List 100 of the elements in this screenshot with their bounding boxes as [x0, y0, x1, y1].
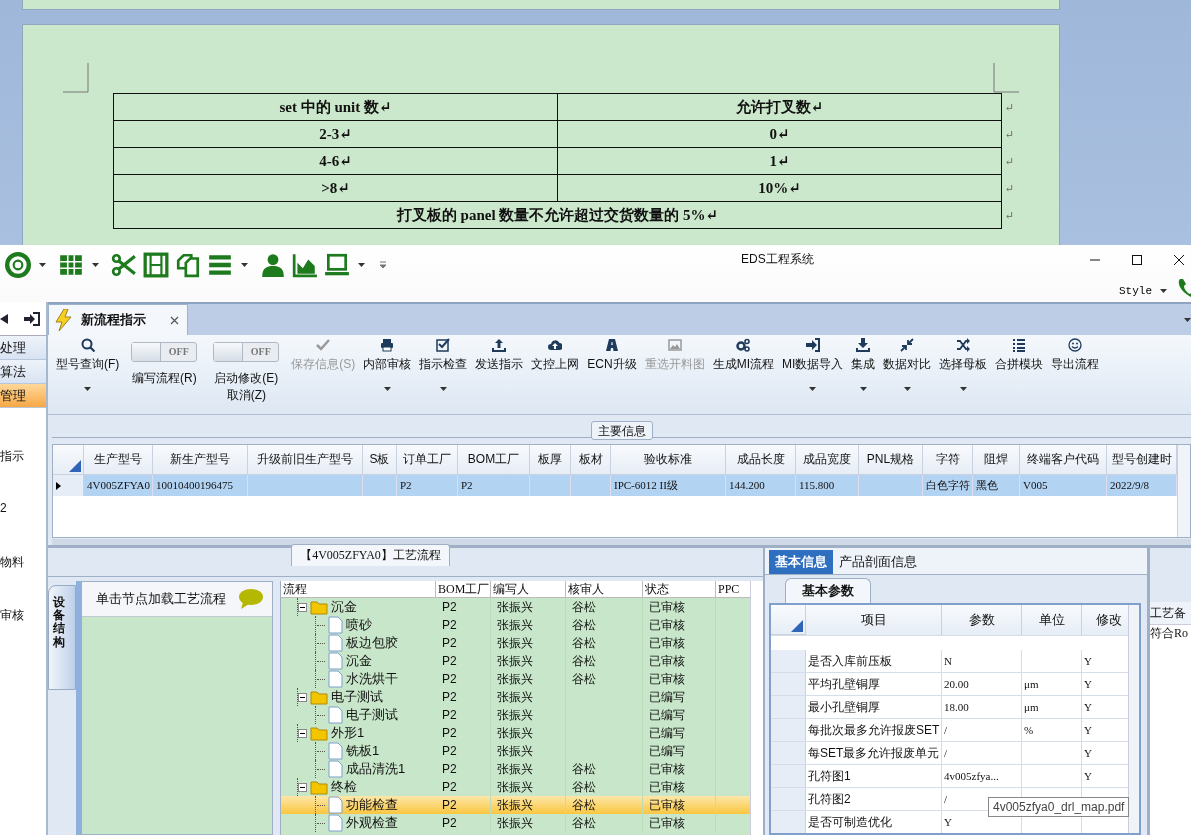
column-header[interactable]: 编写人: [491, 581, 566, 597]
caret-icon[interactable]: [1184, 318, 1191, 322]
column-header[interactable]: 单位: [1022, 605, 1082, 635]
table-icon[interactable]: [58, 252, 84, 278]
lifebuoy-icon[interactable]: [5, 252, 31, 278]
shuffle-icon: [956, 338, 971, 352]
table-cell: 张振兴: [491, 742, 566, 760]
table-cell: 2-3↵: [113, 120, 558, 148]
table-cell: %: [1022, 719, 1082, 741]
grid-row[interactable]: 4V005ZFYA0 10010400196475 P2 P2 IPC-6012 II级 144.200 115.800 白色字符 黑色 V005 2022/9/8: [53, 475, 1177, 496]
sign-in-icon[interactable]: [24, 311, 40, 326]
scissors-icon[interactable]: [111, 252, 137, 278]
table-cell: 4v005zfya...: [942, 765, 1022, 787]
maximize-icon[interactable]: [1131, 254, 1143, 266]
table-cell: 张振兴: [491, 724, 566, 742]
table-cell: 张振兴: [491, 598, 566, 616]
sidebar-label[interactable]: 2: [0, 501, 46, 521]
table-cell: 谷松: [566, 814, 643, 832]
caret-icon[interactable]: [241, 263, 248, 267]
tree-row[interactable]: 成品清洗1 P2 张振兴 谷松 已审核: [281, 760, 750, 778]
ribbon-button[interactable]: 发送指示: [471, 335, 528, 401]
ribbon-button[interactable]: ECN升级: [583, 335, 641, 401]
column-header[interactable]: 工艺备: [1150, 602, 1191, 625]
table-cell: 1↵: [557, 147, 1002, 175]
collapse-icon[interactable]: [298, 782, 307, 792]
caret-icon[interactable]: [39, 263, 46, 267]
collapse-icon[interactable]: [298, 728, 307, 738]
ribbon-button[interactable]: 数据对比: [879, 335, 936, 401]
sidebar-label[interactable]: 指示: [0, 448, 46, 468]
column-header[interactable]: 项目: [806, 605, 942, 635]
table-cell: μm: [1022, 673, 1082, 695]
caret-icon[interactable]: [358, 263, 365, 267]
tree-row[interactable]: 功能检查 P2 张振兴 谷松 已审核: [281, 796, 750, 814]
toggle-label: 启动修改(E): [214, 370, 279, 387]
tab[interactable]: 基本信息: [769, 550, 833, 574]
copy-icon[interactable]: [175, 252, 201, 278]
document-icon: [328, 760, 343, 778]
column-header[interactable]: 状态: [643, 581, 716, 597]
list-icon[interactable]: [207, 252, 233, 278]
toggle-switch[interactable]: OFF: [131, 342, 198, 362]
toggle-switch[interactable]: OFF: [213, 342, 280, 362]
column-header[interactable]: BOM工厂: [436, 581, 491, 597]
tree-row[interactable]: 水洗烘干 P2 张振兴 谷松 已审核: [281, 670, 750, 688]
tree-row[interactable]: 外观检查 P2 张振兴 谷松 已审核: [281, 814, 750, 832]
caret-icon[interactable]: [92, 263, 99, 267]
collapse-icon[interactable]: [298, 692, 307, 702]
table-cell: 张振兴: [491, 760, 566, 778]
download-icon: [856, 338, 871, 352]
column-header[interactable]: 流程: [281, 581, 436, 597]
collapse-icon[interactable]: [298, 602, 307, 612]
table-cell: 是否入库前压板: [806, 650, 942, 672]
film-icon[interactable]: [143, 252, 169, 278]
ribbon-button[interactable]: 文控上网: [527, 335, 584, 401]
document-icon: [328, 670, 343, 688]
user-icon[interactable]: [260, 252, 286, 278]
style-menu[interactable]: Style: [1119, 283, 1167, 299]
scrollbar[interactable]: [1177, 445, 1190, 537]
table-cell: P2: [436, 706, 491, 724]
sidebar-item[interactable]: 算法: [0, 360, 46, 384]
sidebar-item[interactable]: 处理: [0, 336, 46, 360]
check-icon: [316, 338, 331, 352]
scrollbar[interactable]: [1128, 605, 1139, 833]
ribbon-button[interactable]: 生成MI流程: [708, 335, 778, 401]
column-header[interactable]: 参数: [942, 605, 1022, 635]
tree-label: 成品清洗1: [346, 760, 406, 778]
ribbon-button[interactable]: 集成: [847, 335, 880, 401]
column-header[interactable]: 核审人: [566, 581, 643, 597]
area-chart-icon[interactable]: [292, 252, 318, 278]
document-icon: [328, 634, 343, 652]
close-icon[interactable]: [170, 315, 179, 325]
ribbon-button[interactable]: 选择母板: [935, 335, 992, 401]
scrollbar[interactable]: [750, 581, 763, 835]
laptop-icon[interactable]: [324, 252, 350, 278]
scrollbar[interactable]: [52, 539, 1191, 545]
corner-triangle-icon: [69, 460, 81, 472]
table-cell: 张振兴: [491, 688, 566, 706]
tab[interactable]: 基本参数: [785, 578, 871, 603]
panel-tab[interactable]: 【4V005ZFYA0】工艺流程: [291, 544, 450, 566]
side-tab[interactable]: 设备结构: [48, 585, 76, 690]
sidebar-label[interactable]: 物料: [0, 554, 46, 574]
close-icon[interactable]: [1173, 254, 1185, 266]
ribbon-button[interactable]: 型号查询(F): [52, 335, 124, 401]
tree-row[interactable]: 电子测试 P2 张振兴 已编写: [281, 706, 750, 724]
caret-icon: [903, 387, 911, 391]
tab[interactable]: 产品剖面信息: [833, 550, 923, 574]
tree-label: 沉金: [331, 598, 357, 616]
tab[interactable]: 新流程指示: [48, 304, 188, 335]
splitter-handle[interactable]: [273, 581, 281, 835]
customize-icon[interactable]: [379, 261, 387, 269]
sidebar-item[interactable]: 管理: [0, 384, 46, 408]
collapse-icon[interactable]: [0, 313, 8, 324]
phone-icon[interactable]: [1177, 277, 1191, 299]
ribbon-button[interactable]: 合拼模块: [991, 335, 1048, 401]
ribbon-button[interactable]: 指示检查: [415, 335, 472, 401]
sidebar-label[interactable]: 审核: [0, 607, 46, 627]
ribbon-button[interactable]: MI数据导入: [778, 335, 848, 401]
ribbon-button[interactable]: 导出流程: [1047, 335, 1104, 401]
tree-label: 电子测试: [346, 706, 398, 724]
ribbon-button[interactable]: 内部审核: [359, 335, 416, 401]
table-cell: 0↵: [557, 120, 1002, 148]
